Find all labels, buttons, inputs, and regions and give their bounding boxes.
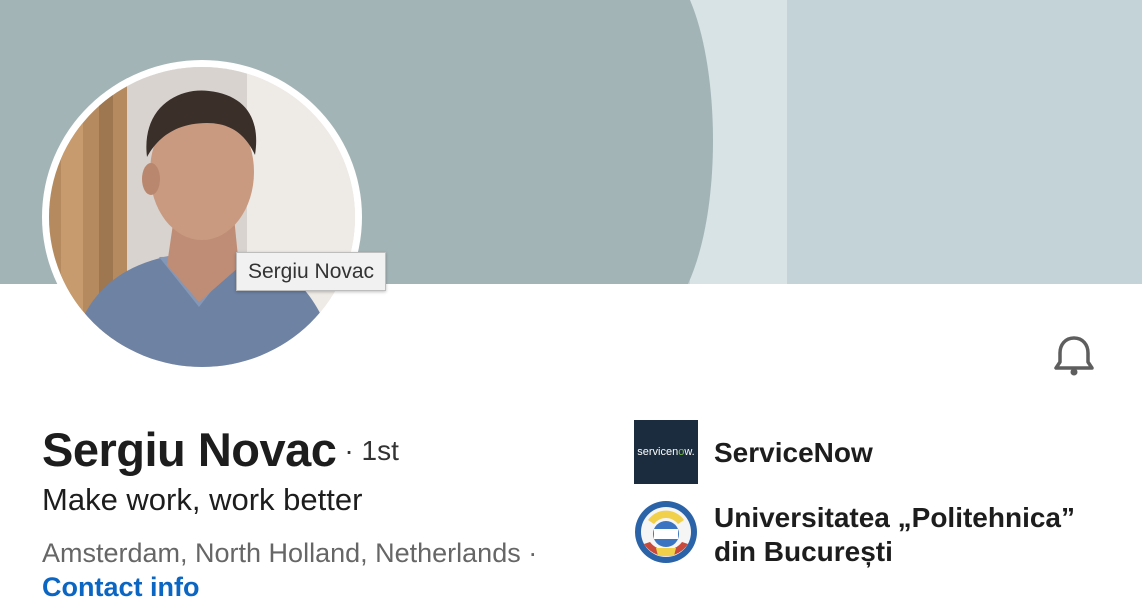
avatar-name-tooltip: Sergiu Novac [236, 252, 387, 291]
profile-avatar[interactable] [42, 60, 362, 374]
bell-icon[interactable] [1050, 332, 1098, 380]
profile-photo [49, 67, 355, 367]
profile-headline: Make work, work better [42, 482, 363, 517]
contact-info-link[interactable]: Contact info [42, 572, 199, 603]
education-politehnica[interactable]: Universitatea „Politehnica” din Bucureșt… [634, 500, 1114, 569]
politehnica-seal-logo [634, 500, 698, 564]
profile-location: Amsterdam, North Holland, Netherlands · [42, 538, 538, 568]
profile-name: Sergiu Novac [42, 423, 337, 476]
connection-degree-badge: · 1st [344, 435, 399, 466]
current-company-servicenow[interactable]: servicen o w. ServiceNow [634, 420, 873, 484]
profile-name-line: Sergiu Novac · 1st [42, 422, 399, 477]
servicenow-logo: servicen o w. [634, 420, 698, 484]
school-name: Universitatea „Politehnica” din Bucureșt… [714, 502, 1076, 567]
company-name: ServiceNow [714, 437, 873, 468]
